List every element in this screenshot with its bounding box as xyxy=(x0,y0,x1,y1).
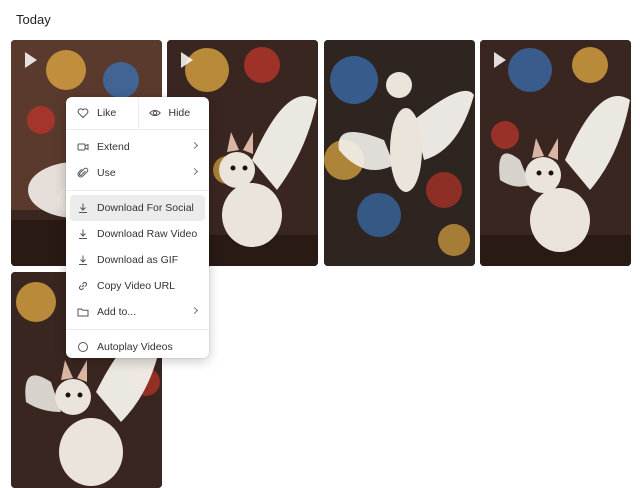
thumbnail-image xyxy=(324,40,475,266)
eye-icon xyxy=(148,107,161,119)
download-raw-video-label: Download Raw Video xyxy=(97,228,198,240)
copy-video-url-label: Copy Video URL xyxy=(97,280,176,292)
play-icon xyxy=(181,52,193,68)
paperclip-icon xyxy=(77,167,89,179)
like-label: Like xyxy=(97,107,117,119)
play-icon xyxy=(494,52,506,68)
hide-button[interactable]: Hide xyxy=(137,97,210,129)
copy-video-url-menu-item[interactable]: Copy Video URL xyxy=(70,273,205,299)
autoplay-videos-toggle[interactable]: Autoplay Videos xyxy=(70,334,205,358)
download-raw-video-menu-item[interactable]: Download Raw Video xyxy=(70,221,205,247)
video-thumbnail-3[interactable] xyxy=(324,40,475,266)
chevron-right-icon xyxy=(190,306,199,315)
autoplay-videos-label: Autoplay Videos xyxy=(97,341,173,353)
download-for-social-menu-item[interactable]: Download For Social xyxy=(70,195,205,221)
play-icon xyxy=(25,52,37,68)
like-button[interactable]: Like xyxy=(66,97,138,129)
use-label: Use xyxy=(97,167,116,179)
extend-menu-item[interactable]: Extend xyxy=(70,134,205,160)
menu-quick-actions: Like Hide xyxy=(66,97,209,130)
chevron-right-icon xyxy=(190,167,199,176)
download-icon xyxy=(77,254,89,266)
heart-icon xyxy=(77,107,89,119)
section-title-today: Today xyxy=(16,12,51,27)
extend-label: Extend xyxy=(97,141,130,153)
menu-group-settings: Autoplay Videos xyxy=(66,330,209,358)
add-to-menu-item[interactable]: Add to... xyxy=(70,299,205,325)
video-camera-icon xyxy=(77,141,89,153)
download-as-gif-label: Download as GIF xyxy=(97,254,179,266)
radio-circle-icon xyxy=(77,341,89,353)
folder-icon xyxy=(77,306,89,318)
gallery-page: Today Like Hide Extend Use Download For … xyxy=(0,0,640,488)
download-for-social-label: Download For Social xyxy=(97,202,194,214)
use-menu-item[interactable]: Use xyxy=(70,160,205,186)
context-menu: Like Hide Extend Use Download For Social… xyxy=(66,97,209,358)
chevron-right-icon xyxy=(190,141,199,150)
menu-group-downloads: Download For Social Download Raw Video D… xyxy=(66,191,209,330)
thumbnail-image xyxy=(480,40,631,266)
hide-label: Hide xyxy=(168,107,191,119)
video-thumbnail-4[interactable] xyxy=(480,40,631,266)
add-to-label: Add to... xyxy=(97,306,137,318)
download-icon xyxy=(77,202,89,214)
download-as-gif-menu-item[interactable]: Download as GIF xyxy=(70,247,205,273)
link-icon xyxy=(77,280,89,292)
download-icon xyxy=(77,228,89,240)
menu-group-actions: Extend Use xyxy=(66,130,209,191)
